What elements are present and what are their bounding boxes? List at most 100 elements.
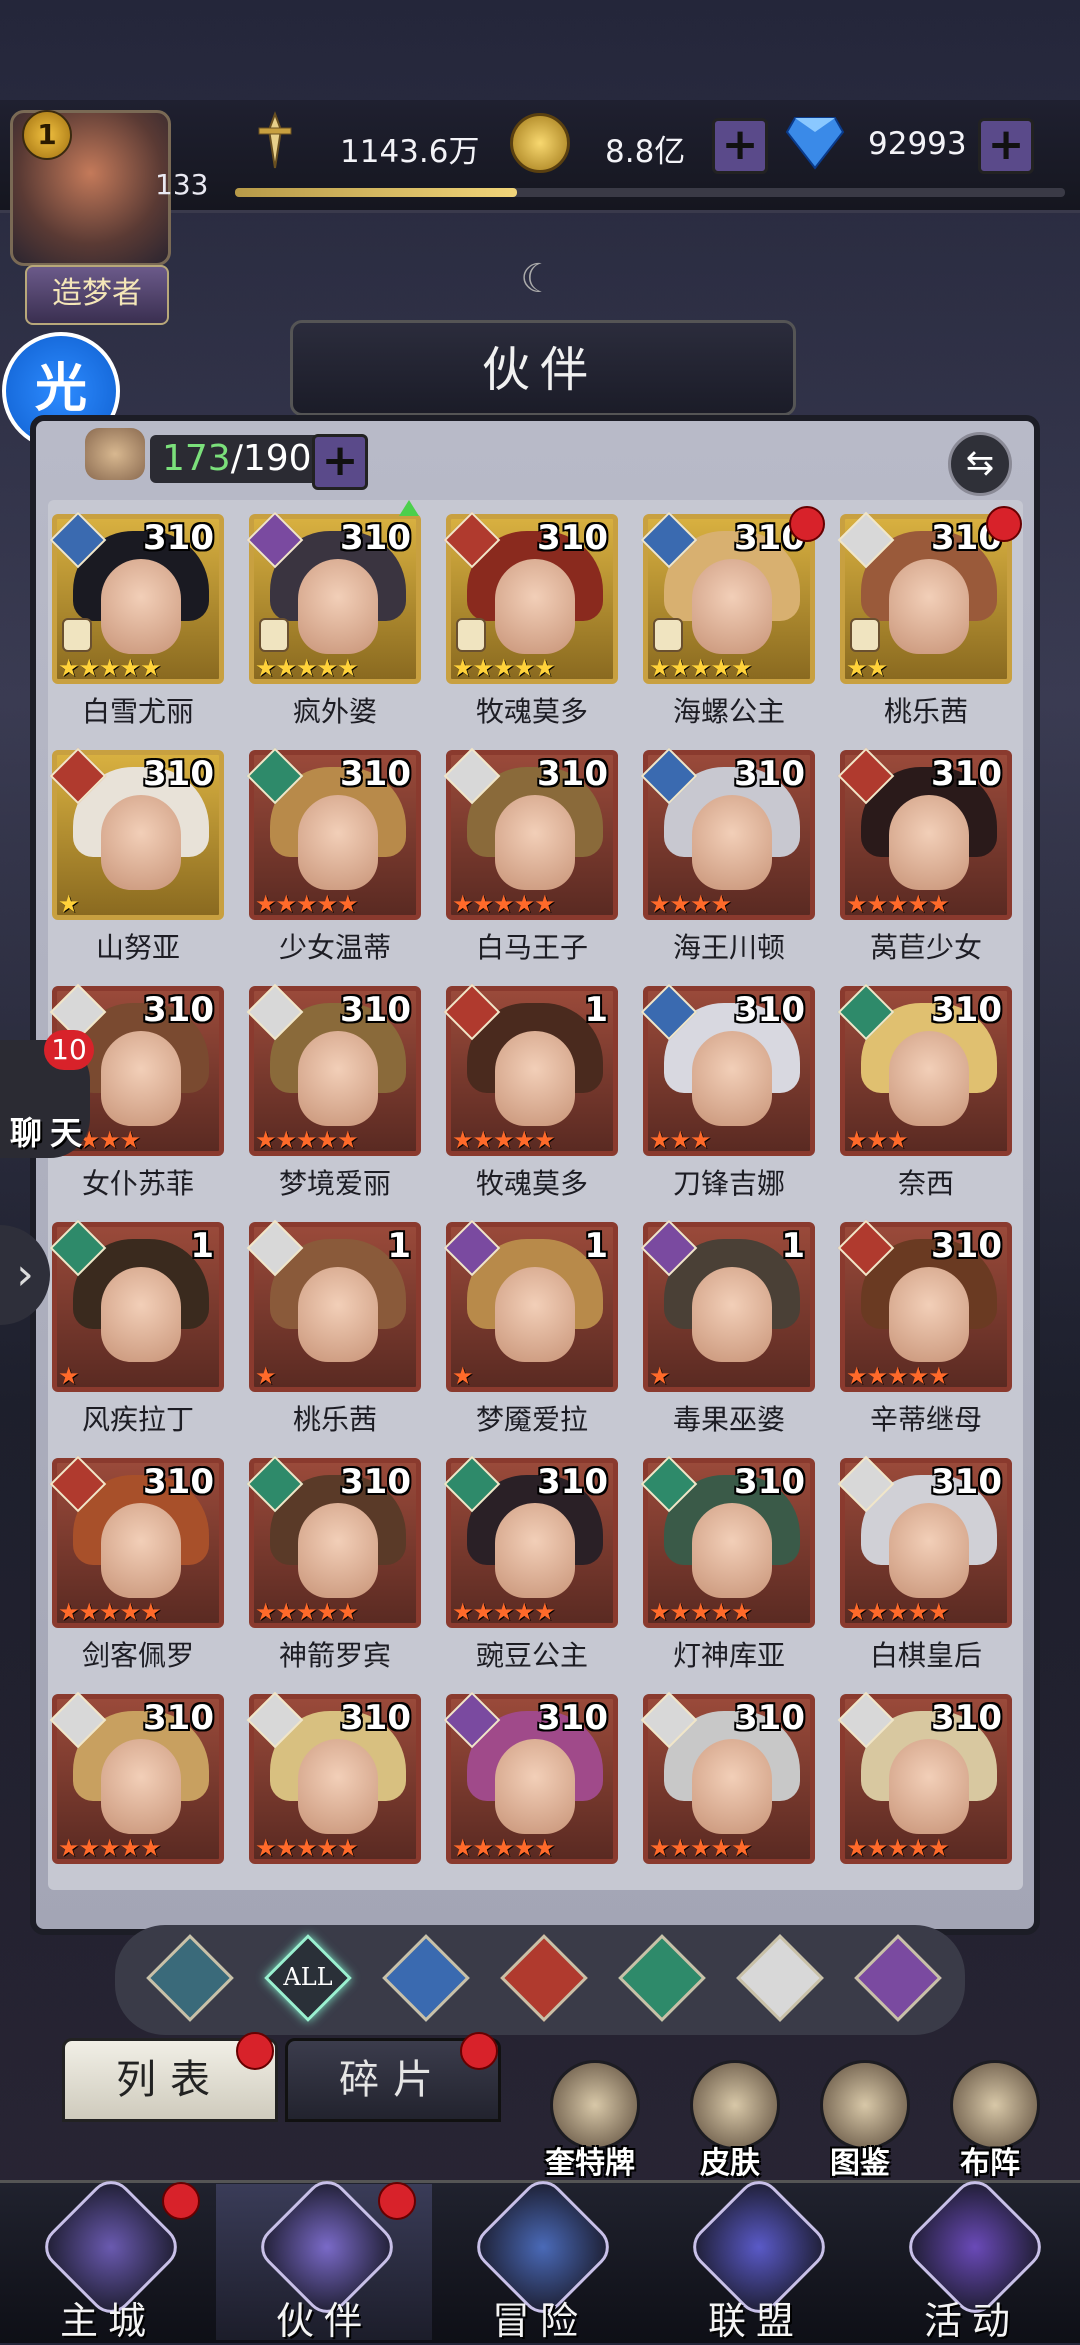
shortcut-label: 皮肤 xyxy=(700,2146,760,2181)
partner-stars: ★ xyxy=(649,1362,670,1390)
partner-stars: ★★★ xyxy=(649,1126,712,1154)
partner-card[interactable]: 310 ★★★★★ 海螺公主 xyxy=(640,506,825,730)
partner-card[interactable]: 310 ★★★★★ 莴苣少女 xyxy=(837,747,1012,966)
nav-adventure[interactable]: 冒险 xyxy=(432,2172,648,2343)
notification-dot xyxy=(789,506,825,542)
chat-unread-badge: 10 xyxy=(44,1030,94,1070)
partner-card[interactable]: 310 ★★★★★ 白马王子 xyxy=(443,747,618,966)
partner-face xyxy=(889,1031,969,1126)
shortcut-button[interactable]: 布阵 xyxy=(935,2060,1045,2181)
partner-stars: ★★★ xyxy=(846,1126,909,1154)
partner-stars: ★★★★★ xyxy=(255,1834,359,1862)
partner-face xyxy=(298,795,378,890)
nav-partner[interactable]: 伙伴 xyxy=(216,2172,432,2343)
shortcut-button[interactable]: 奎特牌 xyxy=(535,2060,645,2181)
partner-stars: ★★★★★ xyxy=(255,1598,359,1626)
partner-level: 1 xyxy=(781,1226,805,1266)
partner-name: 神箭罗宾 xyxy=(278,1639,391,1672)
partner-card[interactable]: 310 ★★★★★ xyxy=(49,1691,224,1910)
partner-card[interactable]: 1 ★ 毒果巫婆 xyxy=(640,1219,815,1438)
diamond-icon xyxy=(785,114,845,170)
partner-level: 310 xyxy=(340,518,411,558)
partner-stars: ★★★★★ xyxy=(452,1834,556,1862)
helper-icon: 光 xyxy=(34,359,87,419)
partner-stars: ★★★★★ xyxy=(452,890,556,918)
partner-face xyxy=(101,795,181,890)
nav-label: 联盟 xyxy=(707,2299,804,2343)
nav-castle[interactable]: 主城 xyxy=(0,2172,216,2343)
partner-level: 310 xyxy=(143,1462,214,1502)
page-title: 伙伴 xyxy=(481,342,598,398)
nav-alliance[interactable]: 联盟 xyxy=(648,2172,864,2343)
partner-card[interactable]: 310 ★★★★★ 牧魂莫多 xyxy=(443,511,618,730)
chess-piece-icon xyxy=(850,618,880,652)
partner-face xyxy=(298,1031,378,1126)
partner-card[interactable]: 310 ★★★ 奈西 xyxy=(837,983,1012,1202)
partner-stars: ★★★★ xyxy=(649,890,732,918)
notification-dot xyxy=(986,506,1022,542)
partner-card[interactable]: 310 ★★★★★ 豌豆公主 xyxy=(443,1455,618,1674)
skin-icon xyxy=(690,2060,780,2150)
partner-card[interactable]: 310 ★ 山努亚 xyxy=(49,747,224,966)
shortcut-button[interactable]: 图鉴 xyxy=(805,2060,915,2181)
partner-face xyxy=(101,1031,181,1126)
partner-card[interactable]: 310 ★★★★★ 白雪尤丽 xyxy=(49,511,224,730)
player-level-badge: 1 xyxy=(22,110,72,160)
tab-fragments-notification-dot xyxy=(460,2032,498,2070)
partner-card[interactable]: 310 ★★★★★ xyxy=(443,1691,618,1910)
partner-card[interactable]: 1 ★ 桃乐茜 xyxy=(246,1219,421,1438)
sort-swap-button[interactable]: ⇆ xyxy=(948,432,1012,496)
partner-level: 310 xyxy=(143,990,214,1030)
partner-level: 310 xyxy=(931,754,1002,794)
partner-card[interactable]: 310 ★★★★★ xyxy=(246,1691,421,1910)
partner-card[interactable]: 310 ★★★★★ 白棋皇后 xyxy=(837,1455,1012,1674)
partner-name: 牧魂莫多 xyxy=(475,1167,588,1200)
nav-label: 伙伴 xyxy=(275,2299,372,2343)
partner-card[interactable]: 310 ★★★★★ 灯神库亚 xyxy=(640,1455,815,1674)
partner-level: 1 xyxy=(584,990,608,1030)
nav-label: 主城 xyxy=(59,2299,156,2343)
shortcut-label: 奎特牌 xyxy=(545,2146,635,2181)
nav-notification-dot xyxy=(378,2182,416,2220)
partner-level: 310 xyxy=(537,1698,608,1738)
partner-stars: ★★★★★ xyxy=(58,1598,162,1626)
partner-card[interactable]: 310 ★★★★★ 剑客佩罗 xyxy=(49,1455,224,1674)
roster-max: 190 xyxy=(242,438,312,479)
partner-card[interactable]: 310 ★★★★★ xyxy=(640,1691,815,1910)
partner-level: 310 xyxy=(734,1698,805,1738)
partner-card[interactable]: 1 ★ 风疾拉丁 xyxy=(49,1219,224,1438)
partner-card[interactable]: 310 ★★★★★ 神箭罗宾 xyxy=(246,1455,421,1674)
expand-roster-button[interactable]: + xyxy=(312,434,368,490)
partner-name: 梦魇爱拉 xyxy=(475,1403,588,1436)
partner-card[interactable]: 1 ★★★★★ 牧魂莫多 xyxy=(443,983,618,1202)
crescent-moon-icon: ☾ xyxy=(520,256,556,302)
partner-card[interactable]: 310 ★★★★★ xyxy=(837,1691,1012,1910)
add-diamond-button[interactable]: + xyxy=(978,118,1034,174)
nav-event-cards[interactable]: 活动 xyxy=(864,2172,1080,2343)
partner-level: 310 xyxy=(931,1226,1002,1266)
shortcut-button[interactable]: 皮肤 xyxy=(675,2060,785,2181)
partner-level: 310 xyxy=(931,1462,1002,1502)
partner-card[interactable]: 1 ★ 梦魇爱拉 xyxy=(443,1219,618,1438)
partner-card[interactable]: 310 ★★★ 刀锋吉娜 xyxy=(640,983,815,1202)
add-gold-button[interactable]: + xyxy=(712,118,768,174)
partner-face xyxy=(298,559,378,654)
partner-stars: ★ xyxy=(452,1362,473,1390)
partner-face xyxy=(889,559,969,654)
partner-card[interactable]: 310 ★★★★★ 梦境爱丽 xyxy=(246,983,421,1202)
partner-card[interactable]: 310 ★★★★ 海王川顿 xyxy=(640,747,815,966)
partner-face xyxy=(692,1739,772,1834)
partner-face xyxy=(495,1267,575,1362)
partner-level: 310 xyxy=(537,754,608,794)
formation-icon xyxy=(950,2060,1040,2150)
partner-card[interactable]: 310 ★★★★★ 少女温蒂 xyxy=(246,747,421,966)
partner-card[interactable]: 310 ★★★★★ 辛蒂继母 xyxy=(837,1219,1012,1438)
partner-name: 莴苣少女 xyxy=(869,931,982,964)
partner-card[interactable]: 310 ★★ 桃乐茜 xyxy=(837,506,1022,730)
partner-level: 310 xyxy=(143,754,214,794)
roster-separator: / xyxy=(230,438,243,479)
partner-face xyxy=(889,1267,969,1362)
partner-name: 桃乐茜 xyxy=(883,695,968,728)
partner-card[interactable]: 310 ★★★★★ 疯外婆 xyxy=(246,500,421,730)
partner-name: 风疾拉丁 xyxy=(81,1403,194,1436)
